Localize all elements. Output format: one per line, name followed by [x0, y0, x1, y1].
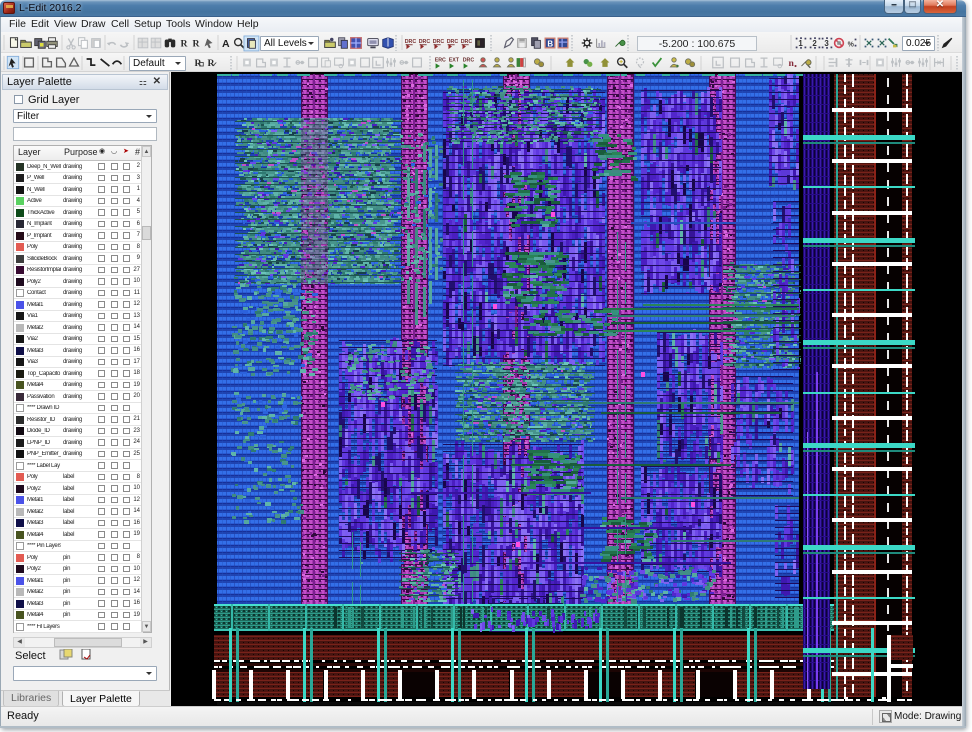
svg-text:%: %	[848, 42, 855, 49]
svg-text:2: 2	[812, 39, 817, 48]
svg-text:R: R	[207, 58, 215, 69]
svg-text:R: R	[180, 39, 188, 50]
svg-text:3: 3	[824, 39, 829, 48]
svg-text:R: R	[192, 39, 200, 50]
svg-text:DRC: DRC	[461, 39, 473, 45]
svg-text:ERC: ERC	[435, 58, 446, 64]
svg-text:n: n	[788, 58, 794, 69]
svg-text:DRC: DRC	[433, 39, 445, 45]
svg-text:DRC: DRC	[447, 39, 459, 45]
svg-text:A: A	[222, 38, 230, 50]
svg-text:1: 1	[798, 39, 803, 48]
svg-text:DRC: DRC	[463, 58, 475, 64]
svg-text:B: B	[547, 40, 553, 49]
svg-text:DRC: DRC	[419, 39, 431, 45]
svg-text:DRC: DRC	[405, 39, 417, 45]
svg-text:R: R	[194, 58, 202, 69]
svg-text:EXT: EXT	[449, 58, 460, 64]
